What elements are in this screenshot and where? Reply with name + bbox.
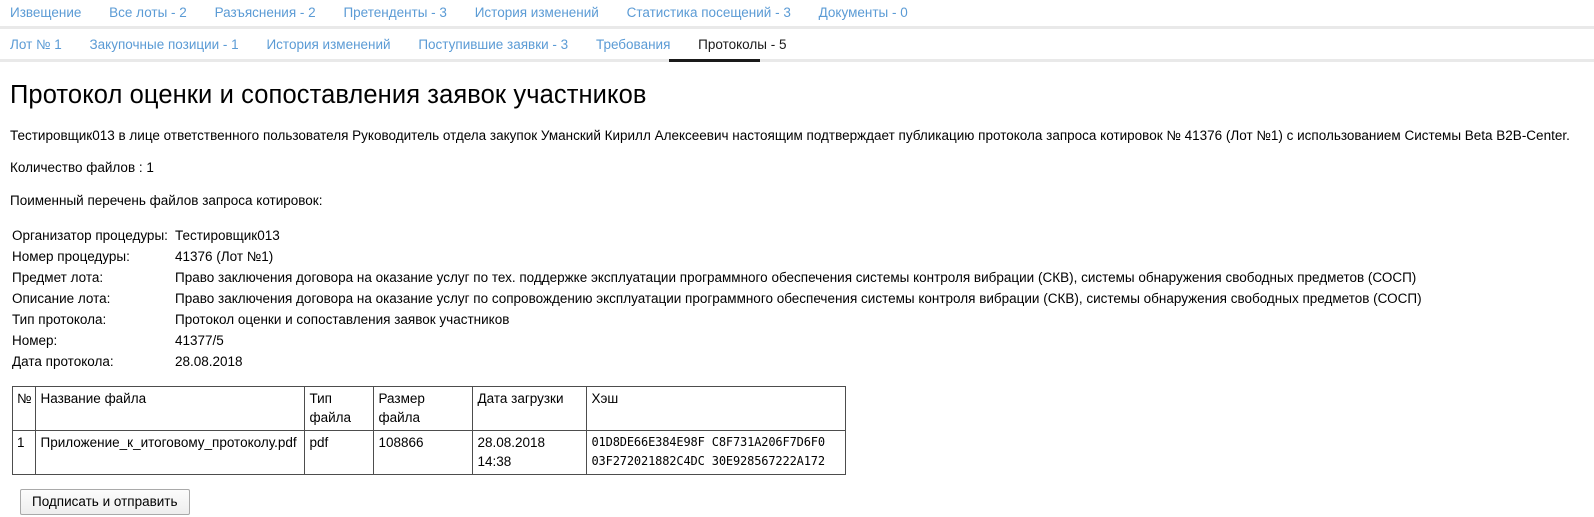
detail-value-protocol-type: Протокол оценки и сопоставления заявок у… [175, 312, 510, 327]
nav-divider-tabs [0, 59, 1594, 62]
detail-value-organizer: Тестировщик013 [175, 228, 280, 243]
detail-value-number: 41377/5 [175, 333, 224, 348]
files-list-title: Поименный перечень файлов запроса котиро… [10, 193, 323, 208]
detail-label-procedure-number: Номер процедуры: [12, 249, 130, 264]
cell-file-type: pdf [304, 430, 375, 475]
main-content: Протокол оценки и сопоставления заявок у… [0, 81, 1594, 515]
table-header-name: Название файла [35, 386, 306, 431]
detail-value-protocol-date: 28.08.2018 [175, 354, 243, 369]
primary-navigation: Извещение Все лоты - 2 Разъяснения - 2 П… [0, 0, 1594, 26]
detail-row-procedure-number: Номер процедуры: 41376 (Лот №1) [12, 246, 1584, 267]
table-header-hash: Хэш [586, 386, 847, 431]
cell-upload-date: 28.08.2018 14:38 [472, 430, 588, 475]
tab-lot-1[interactable]: Лот № 1 [10, 37, 62, 52]
cell-file-hash: 01D8DE66E384E98F C8F731A206F7D6F0 03F272… [586, 430, 847, 475]
page-title: Протокол оценки и сопоставления заявок у… [10, 81, 647, 109]
detail-value-lot-subject: Право заключения договора на оказание ус… [175, 270, 1417, 285]
tab-trebovaniya[interactable]: Требования [596, 37, 670, 52]
protocol-details: Организатор процедуры: Тестировщик013 Но… [12, 225, 1584, 372]
detail-row-number: Номер: 41377/5 [12, 330, 1584, 351]
nav-item-dokumenty[interactable]: Документы - 0 [819, 5, 908, 20]
nav-item-istoriya-izmeneniy[interactable]: История изменений [475, 5, 599, 20]
table-header-row: № Название файла Тип файла Размер файла … [11, 386, 847, 431]
cell-num: 1 [11, 430, 37, 475]
action-bar: Подписать и отправить [20, 489, 1584, 515]
detail-label-number: Номер: [12, 333, 58, 348]
nav-item-vse-loty[interactable]: Все лоты - 2 [109, 5, 187, 20]
tab-postupivshie-zayavki[interactable]: Поступившие заявки - 3 [418, 37, 568, 52]
detail-row-lot-subject: Предмет лота: Право заключения договора … [12, 267, 1584, 288]
detail-row-protocol-type: Тип протокола: Протокол оценки и сопоста… [12, 309, 1584, 330]
detail-row-lot-description: Описание лота: Право заключения договора… [12, 288, 1584, 309]
detail-label-organizer: Организатор процедуры: [12, 228, 168, 243]
detail-row-organizer: Организатор процедуры: Тестировщик013 [12, 225, 1584, 246]
detail-value-lot-description: Право заключения договора на оказание ус… [175, 291, 1422, 306]
table-header-date: Дата загрузки [472, 386, 588, 431]
protocol-intro-text: Тестировщик013 в лице ответственного пол… [10, 128, 1570, 143]
detail-label-protocol-type: Тип протокола: [12, 312, 107, 327]
nav-item-razyasneniya[interactable]: Разъяснения - 2 [215, 5, 316, 20]
nav-item-izveshchenie[interactable]: Извещение [10, 5, 81, 20]
table-row: 1 Приложение_к_итоговому_протоколу.pdf p… [11, 430, 847, 475]
tab-zakupochnye-pozicii[interactable]: Закупочные позиции - 1 [90, 37, 239, 52]
table-header-size: Размер файла [373, 386, 474, 431]
table-header-num: № [11, 386, 37, 431]
detail-label-protocol-date: Дата протокола: [12, 354, 114, 369]
tab-istoriya-izmeneniy[interactable]: История изменений [266, 37, 390, 52]
detail-label-lot-description: Описание лота: [12, 291, 111, 306]
detail-label-lot-subject: Предмет лота: [12, 270, 104, 285]
files-table: № Название файла Тип файла Размер файла … [11, 386, 847, 475]
active-tab-indicator [669, 59, 760, 62]
detail-value-procedure-number: 41376 (Лот №1) [175, 249, 274, 264]
secondary-tabbar: Лот № 1 Закупочные позиции - 1 История и… [0, 29, 1594, 59]
tab-protokoly[interactable]: Протоколы - 5 [698, 37, 786, 52]
cell-file-size: 108866 [373, 430, 474, 475]
sign-and-send-button[interactable]: Подписать и отправить [20, 489, 190, 515]
table-header-type: Тип файла [304, 386, 375, 431]
cell-file-name: Приложение_к_итоговому_протоколу.pdf [35, 430, 306, 475]
detail-row-protocol-date: Дата протокола: 28.08.2018 [12, 351, 1584, 372]
files-count-text: Количество файлов : 1 [10, 160, 154, 175]
nav-item-statistika-posesheniy[interactable]: Статистика посещений - 3 [627, 5, 791, 20]
nav-item-pretendenty[interactable]: Претенденты - 3 [343, 5, 447, 20]
